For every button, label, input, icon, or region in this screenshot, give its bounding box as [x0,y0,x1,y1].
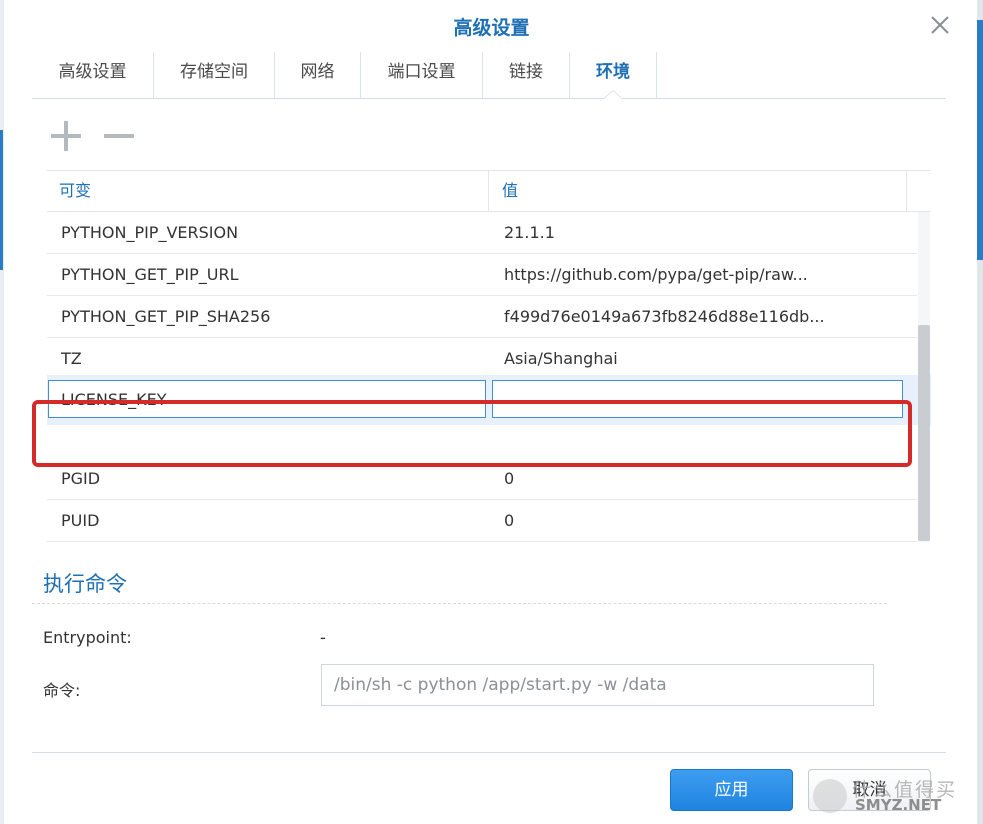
watermark-logo [813,779,847,813]
command-input[interactable] [321,664,874,706]
footer-divider [32,752,946,753]
entrypoint-label: Entrypoint: [43,628,132,647]
env-key: TZ [61,349,82,368]
env-value: Asia/Shanghai [504,349,618,368]
tab-advanced-settings[interactable]: 高级设置 [32,52,154,98]
plus-icon[interactable] [50,120,82,152]
env-value: 21.1.1 [504,223,555,242]
advanced-settings-dialog: 高级设置 高级设置 存储空间 网络 端口设置 链接 环境 可变 值 PYTHON… [0,0,983,824]
minus-icon[interactable] [103,120,135,152]
tab-network[interactable]: 网络 [275,52,361,98]
tab-port-settings[interactable]: 端口设置 [361,52,483,98]
table-row[interactable]: PYTHON_PIP_VERSION 21.1.1 [47,212,917,254]
exec-section-title: 执行命令 [43,572,127,596]
column-header-value[interactable]: 值 [502,171,518,211]
env-key: PUID [61,511,100,530]
tab-storage[interactable]: 存储空间 [154,52,275,98]
tab-links[interactable]: 链接 [483,52,570,98]
table-scrollbar[interactable] [918,325,930,541]
table-row[interactable]: PYTHON_GET_PIP_SHA256 f499d76e0149a673fb… [47,296,917,338]
environment-table: 可变 值 PYTHON_PIP_VERSION 21.1.1 PYTHON_GE… [47,170,931,543]
background-window-right [977,0,983,824]
editing-row [47,375,931,425]
section-divider [32,603,887,604]
command-label: 命令: [43,681,81,700]
env-value-input[interactable] [492,380,903,418]
table-row[interactable]: PYTHON_GET_PIP_URL https://github.com/py… [47,254,917,296]
entrypoint-value: - [320,628,326,647]
column-header-variable[interactable]: 可变 [59,171,91,211]
apply-button[interactable]: 应用 [670,769,793,811]
env-value: f499d76e0149a673fb8246d88e116db... [504,307,825,326]
env-value: 0 [504,469,515,488]
env-value: 0 [504,511,515,530]
close-icon[interactable] [927,12,953,38]
table-header: 可变 值 [47,171,931,212]
tab-bar: 高级设置 存储空间 网络 端口设置 链接 环境 [32,52,946,99]
env-value: https://github.com/pypa/get-pip/raw... [504,265,808,284]
env-key: PYTHON_GET_PIP_URL [61,265,239,284]
tab-environment[interactable]: 环境 [570,52,657,99]
background-window-left [0,0,4,824]
watermark-url: SMYZ.NET [855,796,942,814]
env-key: PYTHON_PIP_VERSION [61,223,239,242]
table-row[interactable]: PUID 0 [47,500,917,542]
env-key: PYTHON_GET_PIP_SHA256 [61,307,271,326]
title-bar: 高级设置 [0,0,983,50]
env-key: PGID [61,469,101,488]
dialog-title: 高级设置 [453,17,530,39]
env-key-input[interactable] [48,380,486,418]
table-row[interactable]: PGID 0 [47,458,917,500]
table-row[interactable]: TZ Asia/Shanghai [47,338,917,380]
